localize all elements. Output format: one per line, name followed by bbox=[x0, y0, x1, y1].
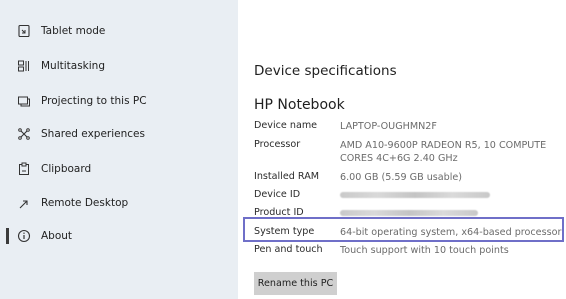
active-indicator bbox=[6, 228, 9, 244]
sidebar-item-label: About bbox=[41, 230, 73, 242]
rename-pc-button[interactable]: Rename this PC bbox=[254, 272, 337, 295]
remote-desktop-icon bbox=[17, 196, 31, 210]
main-content: Device specifications HP Notebook Device… bbox=[238, 0, 566, 299]
spec-label: Processor bbox=[254, 139, 301, 150]
spec-value[interactable]: AMD A10-9600P RADEON R5, 10 COMPUTE CORE… bbox=[340, 139, 566, 165]
sidebar-item-label: Tablet mode bbox=[41, 25, 106, 37]
shared-experiences-icon bbox=[17, 127, 31, 141]
sidebar-item-about[interactable]: About bbox=[0, 219, 238, 253]
multitasking-icon bbox=[17, 59, 31, 73]
spec-label: Device name bbox=[254, 120, 318, 131]
sidebar-item-label: Shared experiences bbox=[41, 128, 145, 140]
sidebar-item-multitasking[interactable]: Multitasking bbox=[0, 49, 238, 83]
sidebar-item-label: Projecting to this PC bbox=[41, 95, 147, 107]
sidebar-item-label: Remote Desktop bbox=[41, 197, 129, 209]
spec-value[interactable]: 6.00 GB (5.59 GB usable) bbox=[340, 171, 566, 184]
projecting-icon bbox=[17, 94, 31, 108]
spec-value[interactable]: LAPTOP-OUGHMN2F bbox=[340, 120, 566, 133]
device-title: HP Notebook bbox=[254, 97, 345, 113]
sidebar-item-label: Clipboard bbox=[41, 163, 92, 175]
redacted-value bbox=[340, 210, 478, 216]
spec-value-redacted[interactable] bbox=[340, 189, 566, 202]
sidebar-item-projecting[interactable]: Projecting to this PC bbox=[0, 84, 238, 118]
sidebar-item-clipboard[interactable]: Clipboard bbox=[0, 152, 238, 186]
settings-sidebar: Tablet mode Multitasking Projecting to t… bbox=[0, 0, 238, 299]
tablet-mode-icon bbox=[17, 24, 31, 38]
sidebar-item-label: Multitasking bbox=[41, 60, 106, 72]
clipboard-icon bbox=[17, 162, 31, 176]
sidebar-item-tablet-mode[interactable]: Tablet mode bbox=[0, 14, 238, 48]
sidebar-item-shared-experiences[interactable]: Shared experiences bbox=[0, 117, 238, 151]
spec-value[interactable]: Touch support with 10 touch points bbox=[340, 244, 566, 257]
about-icon bbox=[17, 229, 31, 243]
spec-label: Pen and touch bbox=[254, 244, 323, 255]
sidebar-item-remote-desktop[interactable]: Remote Desktop bbox=[0, 186, 238, 220]
system-type-highlight bbox=[243, 217, 564, 242]
spec-label: Installed RAM bbox=[254, 171, 320, 182]
spec-label: Device ID bbox=[254, 189, 301, 200]
redacted-value bbox=[340, 192, 490, 198]
section-title: Device specifications bbox=[254, 63, 397, 79]
